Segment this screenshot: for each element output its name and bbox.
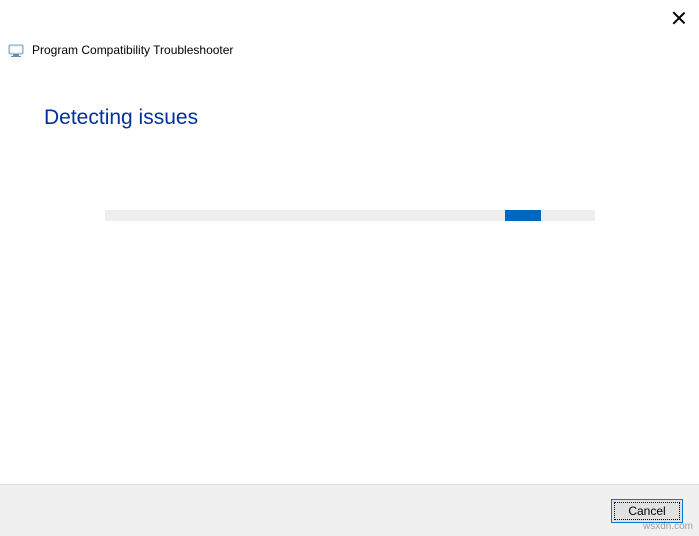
window-header: Program Compatibility Troubleshooter [0,36,699,68]
progress-bar [105,210,595,221]
troubleshooter-icon [8,42,24,58]
close-icon[interactable] [671,10,687,26]
page-heading: Detecting issues [0,68,699,130]
titlebar [0,0,699,36]
progress-chunk [505,210,541,221]
progress-area [0,130,699,221]
window-title: Program Compatibility Troubleshooter [32,43,233,57]
cancel-button[interactable]: Cancel [611,499,683,523]
dialog-footer: Cancel [0,484,699,536]
